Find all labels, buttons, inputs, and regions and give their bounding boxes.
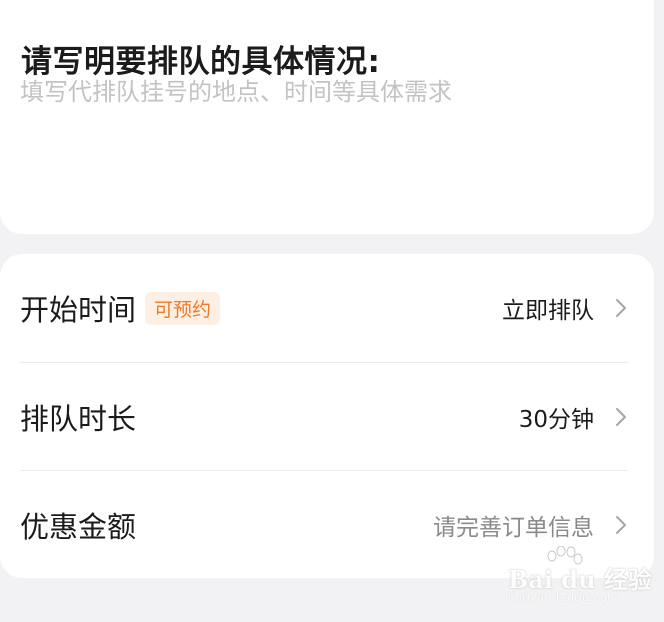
discount-value: 请完善订单信息: [433, 515, 594, 541]
duration-row[interactable]: 排队时长 30分钟: [20, 363, 628, 471]
queue-order-page: 请写明要排队的具体情况: 开始时间 可预约 立即排队 排队时长 30分钟 优惠金…: [0, 0, 664, 622]
start-time-row[interactable]: 开始时间 可预约 立即排队: [20, 254, 628, 362]
chevron-right-icon: [616, 516, 626, 534]
duration-value: 30分钟: [518, 407, 594, 433]
order-options-card: 开始时间 可预约 立即排队 排队时长 30分钟 优惠金额 请完善订单信息: [0, 254, 654, 578]
start-time-label: 开始时间: [20, 293, 137, 327]
watermark-url: jingyan.baidu.com: [508, 590, 619, 604]
request-details-card: 请写明要排队的具体情况:: [0, 0, 654, 234]
chevron-right-icon: [616, 408, 626, 426]
discount-label: 优惠金额: [20, 510, 137, 544]
request-details-input[interactable]: [18, 68, 632, 176]
reservable-badge: 可预约: [145, 291, 221, 325]
chevron-right-icon: [616, 299, 626, 317]
duration-label: 排队时长: [20, 402, 137, 436]
start-time-value: 立即排队: [502, 298, 594, 324]
baidu-jingyan-watermark: Bai du 经验 jingyan.baidu.com: [500, 546, 652, 612]
